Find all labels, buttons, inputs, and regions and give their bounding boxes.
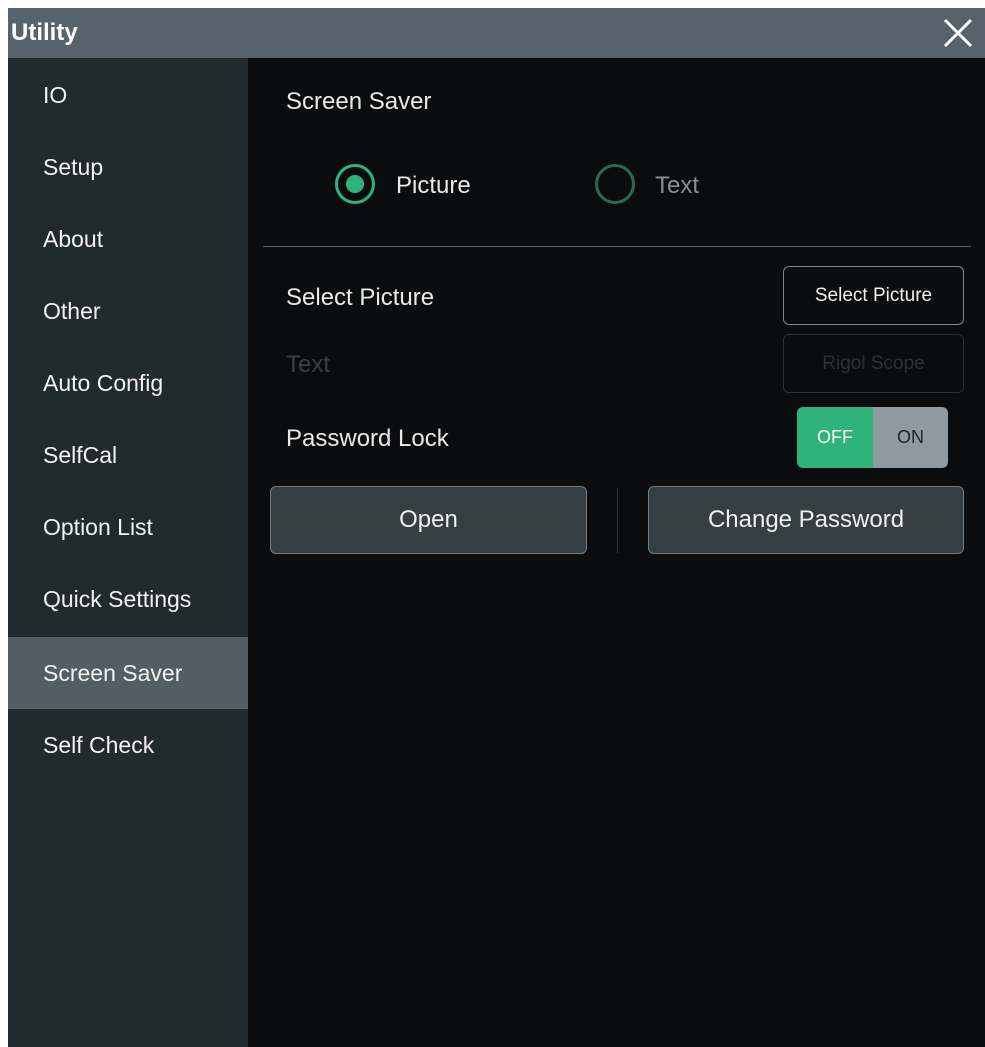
sidebar-item-label: Quick Settings	[43, 586, 192, 612]
sidebar-item-label: Setup	[43, 154, 104, 180]
button-separator	[617, 488, 618, 553]
select-picture-button[interactable]: Select Picture	[783, 266, 964, 325]
radio-picture-label[interactable]: Picture	[396, 172, 471, 200]
screen-saver-panel: Screen Saver Picture Text Select Picture…	[248, 58, 985, 1047]
sidebar: IO Setup About Other Auto Config SelfCal…	[8, 58, 248, 1047]
sidebar-item-label: About	[43, 226, 104, 252]
change-password-button[interactable]: Change Password	[648, 486, 964, 554]
sidebar-item-other[interactable]: Other	[8, 275, 248, 347]
sidebar-item-selfcal[interactable]: SelfCal	[8, 419, 248, 491]
toggle-off[interactable]: OFF	[797, 407, 873, 468]
sidebar-item-option-list[interactable]: Option List	[8, 491, 248, 563]
password-lock-label: Password Lock	[286, 425, 449, 452]
text-label: Text	[286, 351, 331, 378]
sidebar-item-label: Option List	[43, 514, 153, 540]
title-bar: Utility	[8, 8, 985, 58]
sidebar-item-setup[interactable]: Setup	[8, 131, 248, 203]
divider	[263, 246, 971, 247]
toggle-on[interactable]: ON	[873, 407, 948, 468]
sidebar-item-label: IO	[43, 82, 68, 108]
radio-picture[interactable]	[335, 164, 375, 204]
close-button[interactable]	[939, 14, 977, 52]
window-title: Utility	[11, 19, 78, 46]
select-picture-label: Select Picture	[286, 284, 435, 311]
close-icon	[943, 18, 973, 48]
open-button[interactable]: Open	[270, 486, 587, 554]
sidebar-item-screen-saver[interactable]: Screen Saver	[8, 637, 248, 709]
sidebar-item-quick-settings[interactable]: Quick Settings	[8, 563, 248, 635]
password-lock-toggle[interactable]: OFF ON	[797, 407, 948, 468]
sidebar-item-about[interactable]: About	[8, 203, 248, 275]
text-value-button: Rigol Scope	[783, 334, 964, 393]
radio-text[interactable]	[595, 164, 635, 204]
sidebar-item-label: Other	[43, 298, 101, 324]
sidebar-item-self-check[interactable]: Self Check	[8, 709, 248, 781]
sidebar-item-label: Screen Saver	[43, 660, 183, 686]
utility-window: Utility IO Setup About Other Auto Config…	[8, 8, 985, 1047]
section-heading: Screen Saver	[286, 88, 432, 115]
sidebar-item-label: Auto Config	[43, 370, 164, 396]
sidebar-item-io[interactable]: IO	[8, 59, 248, 131]
sidebar-item-auto-config[interactable]: Auto Config	[8, 347, 248, 419]
sidebar-item-label: Self Check	[43, 732, 155, 758]
radio-text-label[interactable]: Text	[655, 172, 699, 200]
sidebar-item-label: SelfCal	[43, 442, 118, 468]
